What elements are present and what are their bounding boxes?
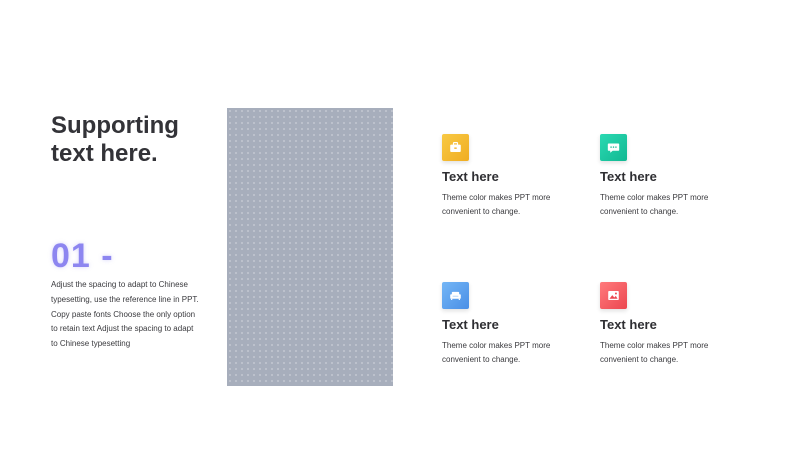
feature-title: Text here xyxy=(600,317,657,332)
page-title: Supporting text here. xyxy=(51,112,179,167)
feature-item-4: Text here Theme color makes PPT more con… xyxy=(600,282,750,367)
sofa-icon xyxy=(442,282,469,309)
briefcase-icon xyxy=(442,134,469,161)
feature-description: Theme color makes PPT more convenient to… xyxy=(600,193,709,216)
section-number: 01 - xyxy=(51,237,114,275)
section-body-text: Adjust the spacing to adapt to Chinese t… xyxy=(51,280,199,349)
slide: Supporting text here. 01 - Adjust the sp… xyxy=(0,0,800,450)
feature-title: Text here xyxy=(600,169,657,184)
feature-description: Theme color makes PPT more convenient to… xyxy=(442,193,551,216)
chat-bubble-icon xyxy=(600,134,627,161)
feature-title: Text here xyxy=(442,169,499,184)
image-placeholder xyxy=(227,108,393,386)
feature-description: Theme color makes PPT more convenient to… xyxy=(442,341,551,364)
feature-title: Text here xyxy=(442,317,499,332)
feature-description: Theme color makes PPT more convenient to… xyxy=(600,341,709,364)
feature-item-2: Text here Theme color makes PPT more con… xyxy=(600,134,750,219)
picture-icon xyxy=(600,282,627,309)
feature-item-1: Text here Theme color makes PPT more con… xyxy=(442,134,592,219)
feature-item-3: Text here Theme color makes PPT more con… xyxy=(442,282,592,367)
